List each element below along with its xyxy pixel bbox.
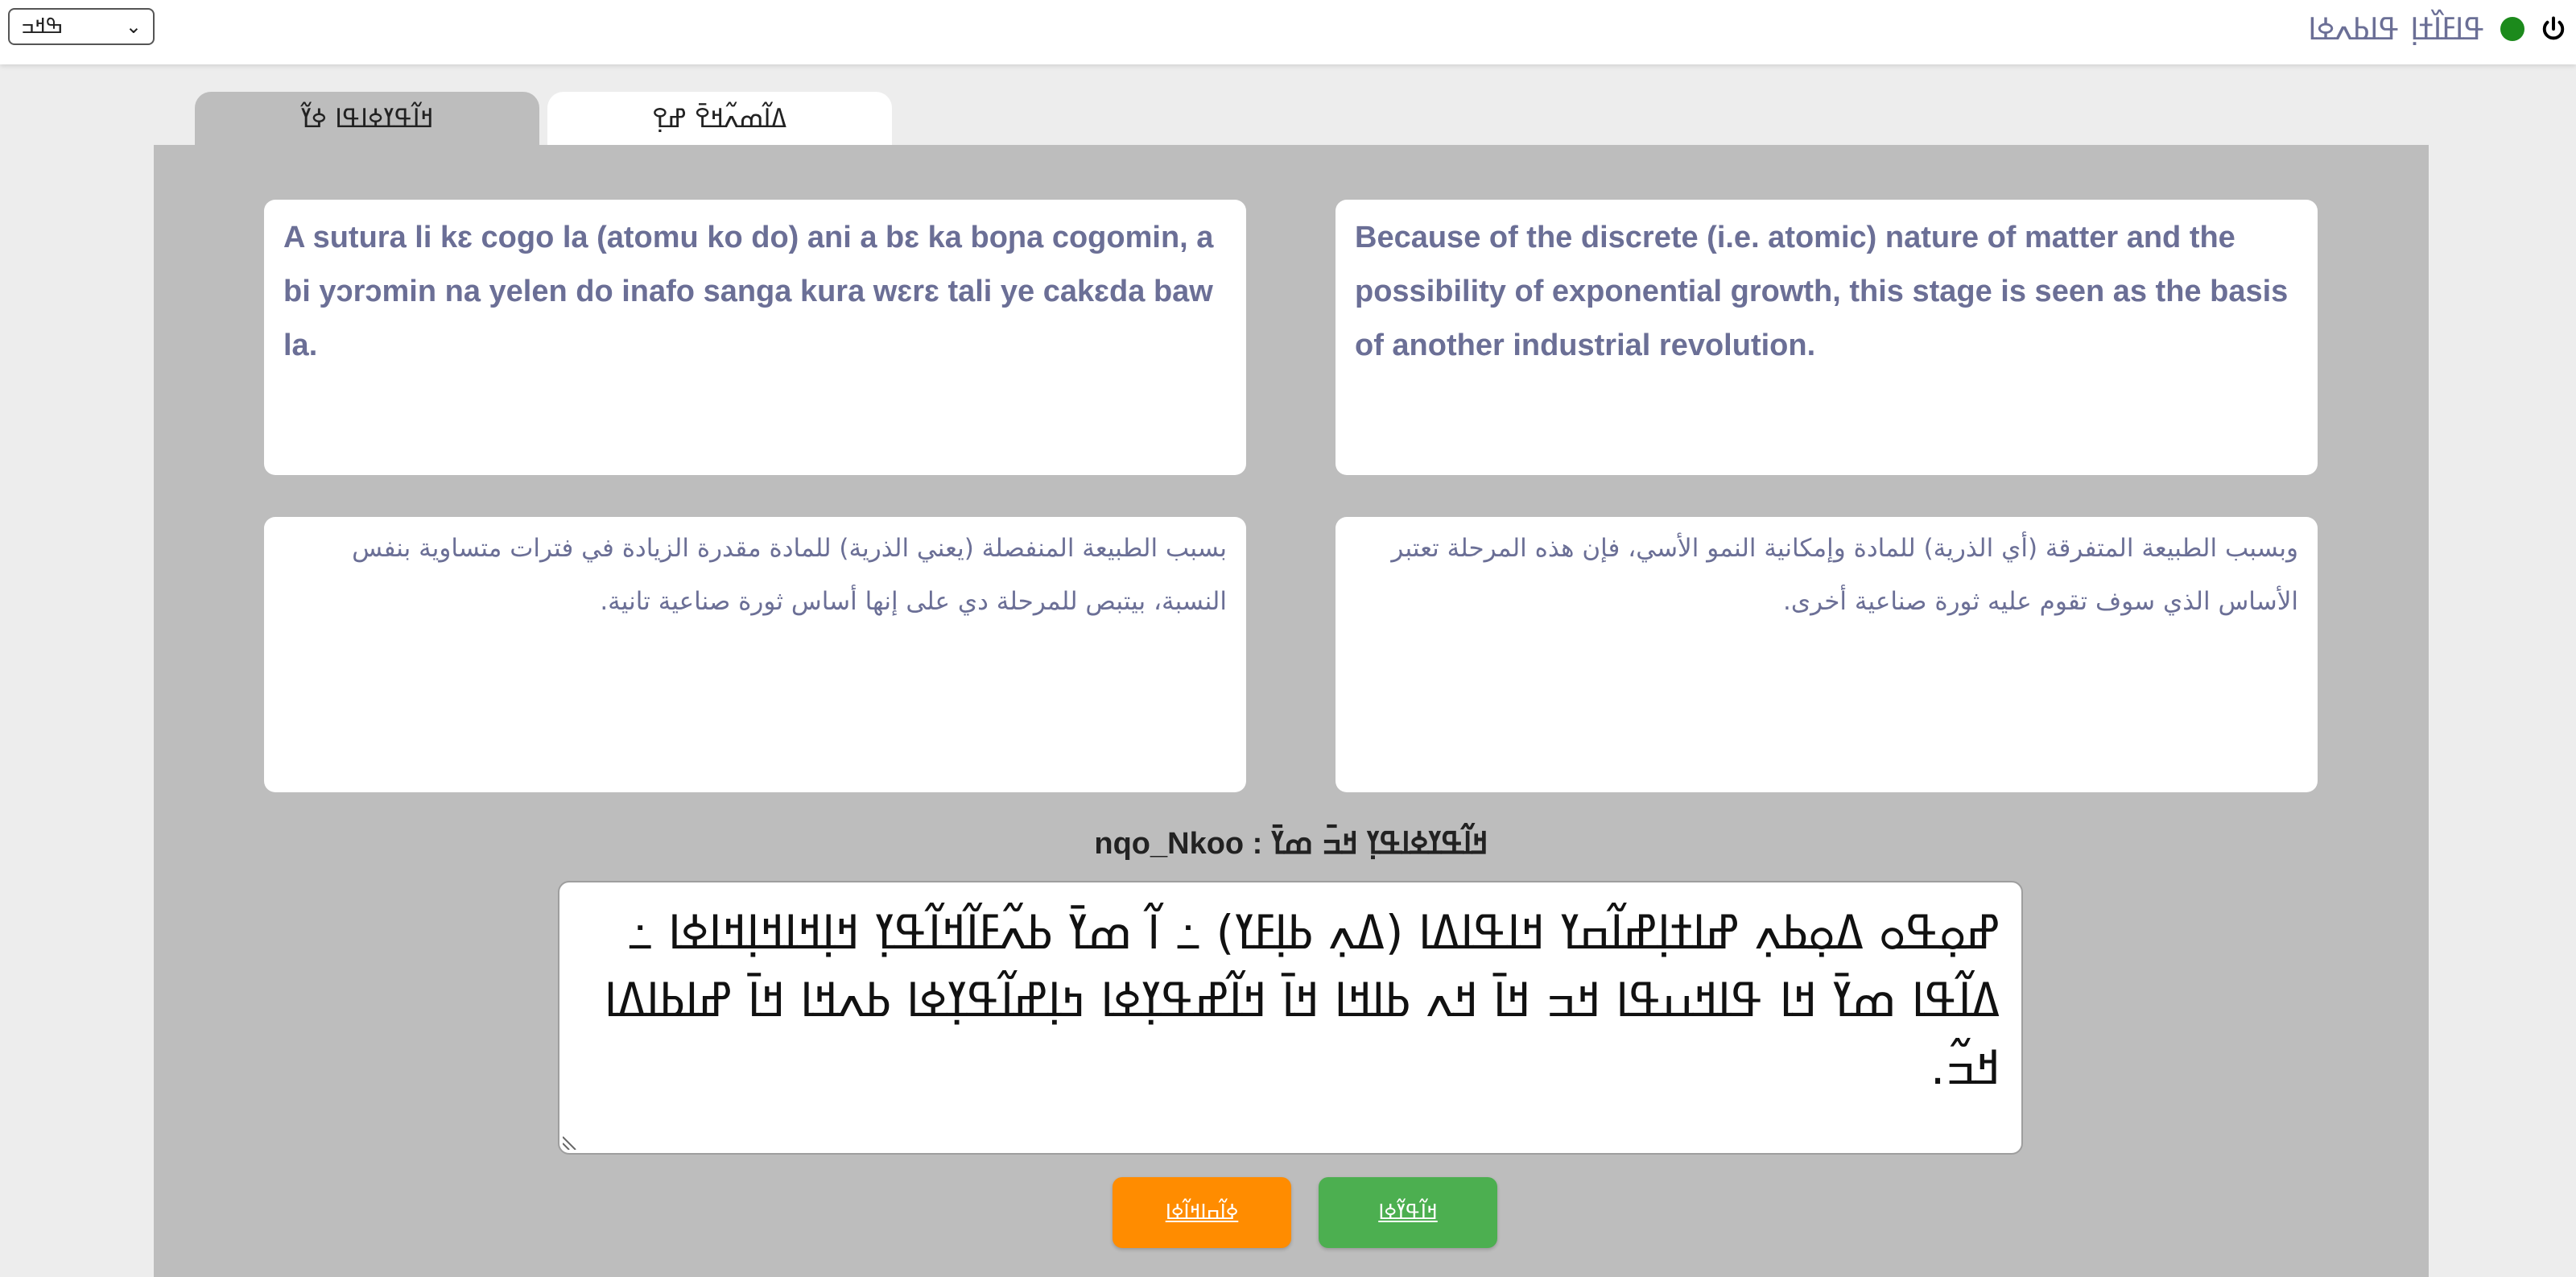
top-bar: ߒߞߏ ⌄ ߟߊߓߊ߰ߙߊ߲ ߟߊߕߍߦߊ bbox=[0, 0, 2576, 64]
language-select[interactable]: ߒߞߏ ⌄ bbox=[8, 8, 155, 45]
skip-button-label: ߦߊ߬ߛߊߞߊ߬ߦߊ bbox=[1165, 1201, 1239, 1225]
submit-button[interactable]: ߞߊ߬ߟߌ߬ߦߊ bbox=[1319, 1177, 1497, 1248]
tab-inactive[interactable]: ߡߊ߬ߘߍ߬ߞߐ߫ ߝߐ߲ bbox=[547, 92, 892, 145]
source-text-arabic-egyptian: بسبب الطبيعة المنفصلة (يعني الذرية) للما… bbox=[352, 534, 1227, 616]
source-card-bambara: A sutura li kɛ cogo la (atomu ko do) ani… bbox=[264, 200, 1246, 475]
tab-label: ߡߊ߬ߘߍ߬ߞߐ߫ ߝߐ߲ bbox=[652, 103, 787, 134]
source-text-arabic-standard: وبسبب الطبيعة المتفرقة (أي الذرية) للماد… bbox=[1391, 534, 2298, 616]
source-card-arabic-standard: وبسبب الطبيعة المتفرقة (أي الذرية) للماد… bbox=[1335, 517, 2318, 792]
source-text-bambara: A sutura li kɛ cogo la (atomu ko do) ani… bbox=[283, 221, 1214, 362]
submit-button-label: ߞߊ߬ߟߌ߬ߦߊ bbox=[1378, 1201, 1438, 1225]
tab-label: ߞߊ߬ߟߌߦߊߟߊ ߦߌ߬ bbox=[300, 103, 434, 134]
skip-button[interactable]: ߦߊ߬ߛߊߞߊ߬ߦߊ bbox=[1113, 1177, 1291, 1248]
status-indicator-dot bbox=[2500, 17, 2524, 41]
main-panel: A sutura li kɛ cogo la (atomu ko do) ani… bbox=[154, 145, 2429, 1277]
power-icon[interactable] bbox=[2539, 14, 2568, 43]
translation-input-label: nqo_Nkoo : ߞߊ߬ߟߌߦߊߟߌ߲ ߞߏ߫ ߘߌ߫ bbox=[1094, 827, 1488, 861]
resize-grip-icon[interactable] bbox=[563, 1134, 579, 1150]
source-text-english: Because of the discrete (i.e. atomic) na… bbox=[1355, 221, 2289, 362]
translation-text: ߝߋ߲ߟߋ ߡߋ߲ߕߍ߲ ߝߊߙߊ߲ߝߊ߬ߛߌ ߞߊߟߊߡߊ (ߡߍ߲ ߕߊ߲ߓ… bbox=[604, 905, 2000, 1095]
chevron-down-icon: ⌄ bbox=[125, 15, 142, 38]
source-card-english: Because of the discrete (i.e. atomic) na… bbox=[1335, 200, 2318, 475]
tab-active[interactable]: ߞߊ߬ߟߌߦߊߟߊ ߦߌ߬ bbox=[195, 92, 539, 145]
translation-textarea[interactable]: ߝߋ߲ߟߋ ߡߋ߲ߕߍ߲ ߝߊߙߊ߲ߝߊ߬ߛߌ ߞߊߟߊߡߊ (ߡߍ߲ ߕߊ߲ߓ… bbox=[558, 881, 2023, 1155]
language-select-value: ߒߞߏ bbox=[21, 14, 64, 39]
status-area: ߟߊߓߊ߰ߙߊ߲ ߟߊߕߍߦߊ bbox=[2308, 6, 2568, 52]
source-card-arabic-egyptian: بسبب الطبيعة المنفصلة (يعني الذرية) للما… bbox=[264, 517, 1246, 792]
status-text: ߟߊߓߊ߰ߙߊ߲ ߟߊߕߍߦߊ bbox=[2308, 11, 2486, 47]
